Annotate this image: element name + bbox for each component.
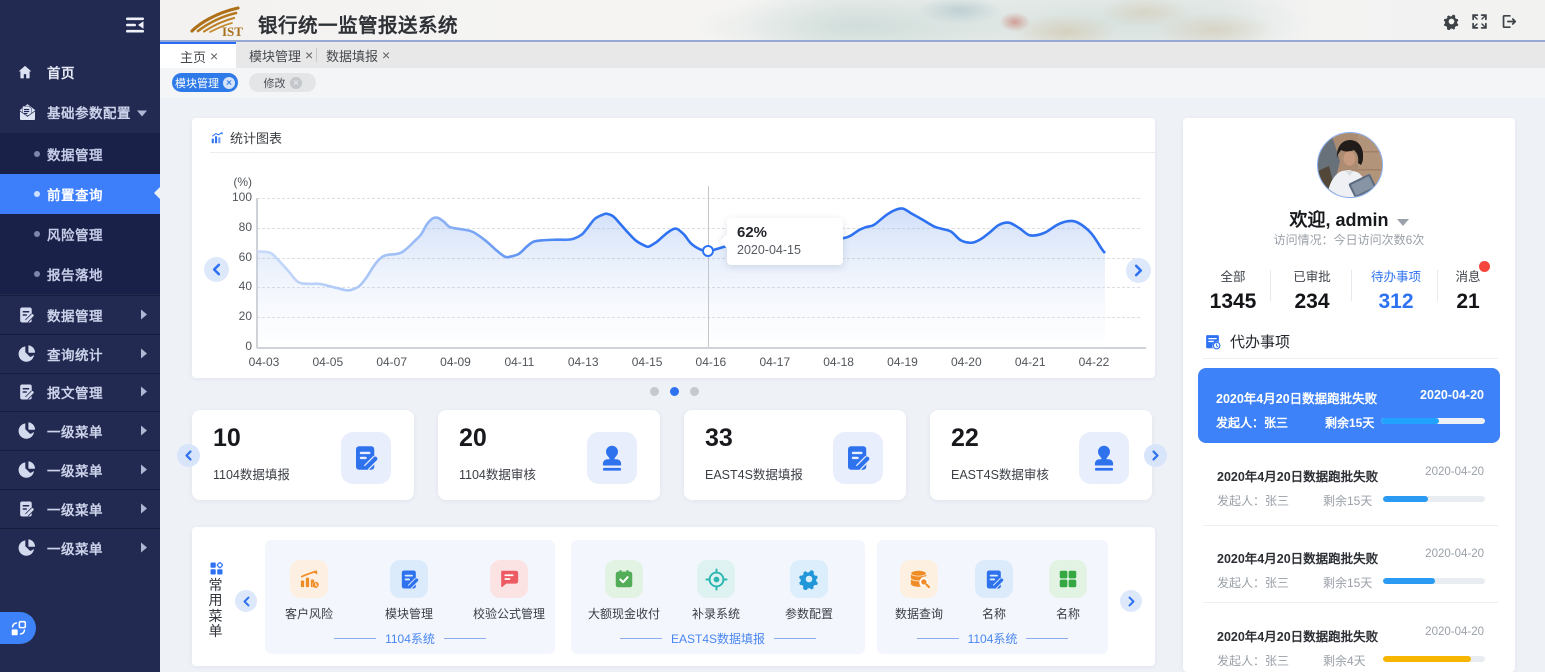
svg-text:IST: IST xyxy=(222,24,243,37)
